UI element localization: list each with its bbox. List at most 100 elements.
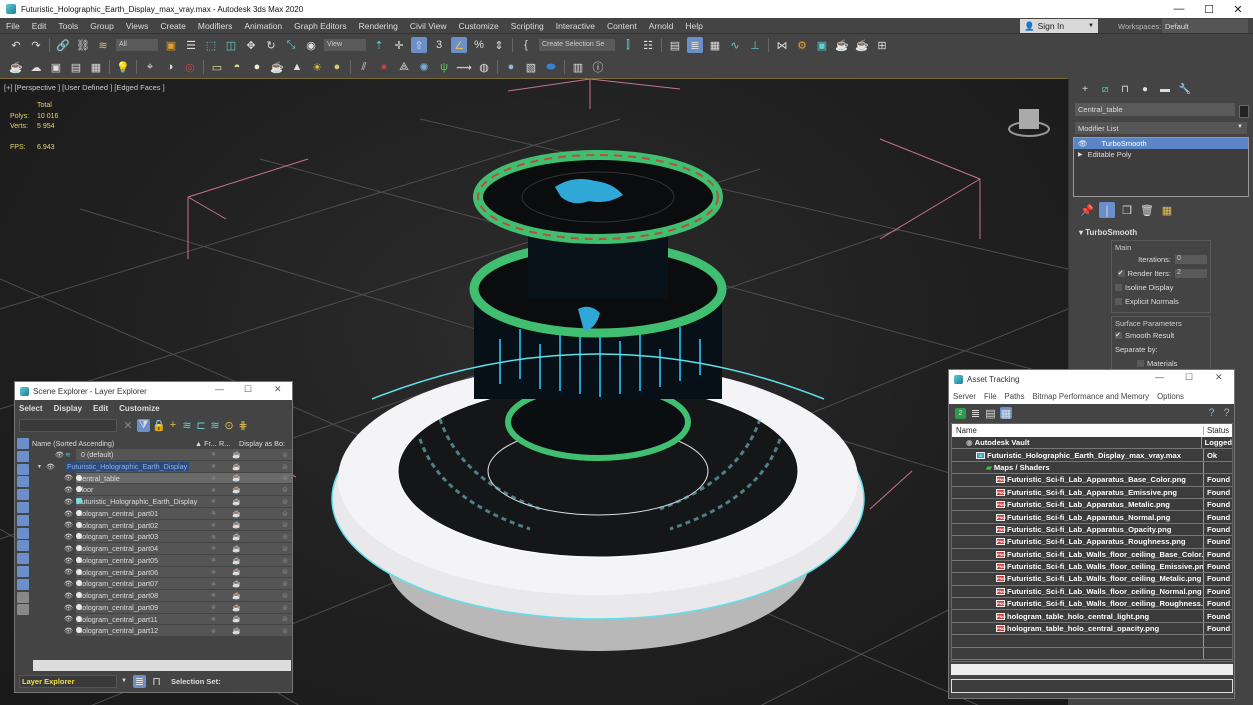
clear-search-icon[interactable]: ✕ xyxy=(123,417,133,433)
frozen-toggle-icon[interactable]: ❄ xyxy=(211,545,216,552)
viewport-layout-icon[interactable]: ⊞ xyxy=(874,37,890,53)
at-menu-file[interactable]: File xyxy=(984,392,997,401)
render-production-icon[interactable]: ☕ xyxy=(834,37,850,53)
vray-ambient-light-icon[interactable]: ● xyxy=(329,59,345,75)
object-name-field[interactable]: Central_table xyxy=(1075,103,1235,116)
renderable-toggle-icon[interactable]: ☕ xyxy=(232,510,241,518)
scene-row[interactable]: 👁 Hologram_central_part08 ❄ ☕ ⊜ xyxy=(32,590,292,602)
renderable-toggle-icon[interactable]: ☕ xyxy=(232,451,241,459)
display-as-box-icon[interactable]: ⊜ xyxy=(282,486,288,494)
refresh-icon[interactable]: 2 xyxy=(955,407,966,419)
visibility-eye-icon[interactable]: 👁 xyxy=(55,451,64,459)
object-color-swatch[interactable] xyxy=(1239,105,1249,118)
display-as-box-icon[interactable]: ⊜ xyxy=(282,451,288,459)
menu-file[interactable]: File xyxy=(0,21,26,31)
table-icon[interactable]: ▤ xyxy=(68,59,84,75)
minimize-button[interactable]: — xyxy=(215,384,224,394)
visibility-eye-icon[interactable]: 👁 xyxy=(64,474,73,482)
edit-named-selection-icon[interactable]: { xyxy=(518,37,534,53)
modifier-list-dropdown[interactable]: Modifier List ▼ xyxy=(1075,122,1247,134)
display-bones-icon[interactable] xyxy=(17,540,29,552)
rendered-frame-window-icon[interactable]: ▣ xyxy=(814,37,830,53)
vray-sun-icon[interactable]: ◑ xyxy=(162,59,178,75)
close-button[interactable]: ✕ xyxy=(1215,372,1223,383)
rotate-icon[interactable]: ↻ xyxy=(263,37,279,53)
display-as-box-icon[interactable]: ⊜ xyxy=(282,463,288,471)
menu-content[interactable]: Content xyxy=(601,21,643,31)
scene-explorer-titlebar[interactable]: Scene Explorer - Layer Explorer — ☐ ✕ xyxy=(15,382,292,400)
asset-row[interactable]: PNG Futuristic_Sci-fi_Lab_Apparatus_Norma… xyxy=(952,511,1232,524)
schematic-view-icon[interactable]: ⊥ xyxy=(747,37,763,53)
close-button[interactable]: ✕ xyxy=(1222,0,1253,18)
display-none-icon[interactable] xyxy=(17,604,29,616)
menu-arnold[interactable]: Arnold xyxy=(643,21,680,31)
menu-help[interactable]: Help xyxy=(679,21,708,31)
create-tab-icon[interactable]: + xyxy=(1077,81,1093,97)
display-as-box-icon[interactable]: ⊜ xyxy=(282,474,288,482)
visibility-eye-icon[interactable]: 👁 xyxy=(64,533,73,541)
frozen-toggle-icon[interactable]: ❄ xyxy=(211,534,216,541)
display-groups-icon[interactable] xyxy=(17,514,29,526)
asset-row[interactable]: 3 Futuristic_Holographic_Earth_Display_ma… xyxy=(952,449,1232,462)
vray-ies-light-icon[interactable]: ▲ xyxy=(289,59,305,75)
display-as-box-icon[interactable]: ⊜ xyxy=(282,604,288,612)
frozen-toggle-icon[interactable]: ❄ xyxy=(211,451,216,458)
render-iters-checkbox[interactable]: ✔ xyxy=(1117,269,1125,277)
renderable-toggle-icon[interactable]: ☕ xyxy=(232,568,241,576)
angle-snap-icon[interactable]: ∠ xyxy=(451,37,467,53)
col-frozen[interactable]: ▲ Fr... xyxy=(195,439,219,448)
vray-proxy-icon[interactable]: ● xyxy=(376,59,392,75)
renderable-toggle-icon[interactable]: ☕ xyxy=(232,486,241,494)
scene-row[interactable]: 👁 Floor ❄ ☕ ⊜ xyxy=(32,484,292,496)
scene-row[interactable]: 👁 Hologram_central_part02 ❄ ☕ ⊜ xyxy=(32,519,292,532)
scene-row[interactable]: 👁 Hologram_central_part01 ❄ ☕ ⊜ xyxy=(32,507,292,520)
undo-icon[interactable]: ↶ xyxy=(8,37,24,53)
isoline-checkbox[interactable] xyxy=(1115,283,1122,291)
visibility-eye-icon[interactable]: 👁 xyxy=(64,580,73,588)
menu-interactive[interactable]: Interactive xyxy=(550,21,601,31)
render-iters-spinner[interactable]: 2 xyxy=(1175,268,1207,278)
asset-row[interactable]: PNG Futuristic_Sci-fi_Lab_Apparatus_Opaci… xyxy=(952,523,1232,537)
create-layer-icon[interactable]: + xyxy=(168,417,178,433)
curve-editor-icon[interactable]: ∿ xyxy=(727,37,743,53)
expand-arrow-icon[interactable]: ▼ xyxy=(37,464,42,470)
spinner-snap-icon[interactable]: ⇕ xyxy=(491,37,507,53)
asset-row[interactable]: PNG Futuristic_Sci-fi_Lab_Walls_floor_cei… xyxy=(952,560,1232,574)
chevron-down-icon[interactable]: ▼ xyxy=(119,673,129,689)
rectangular-selection-icon[interactable]: ⬚ xyxy=(203,37,219,53)
visibility-eye-icon[interactable]: 👁 xyxy=(46,463,55,471)
vray-plane-icon[interactable]: ⟁ xyxy=(396,59,412,75)
col-render[interactable]: R... xyxy=(219,439,239,448)
visibility-eye-icon[interactable]: 👁 xyxy=(64,615,73,623)
table-view-icon[interactable]: ▦ xyxy=(1000,407,1012,420)
visibility-eye-icon[interactable]: 👁 xyxy=(64,604,73,612)
configure-sets-icon[interactable]: ▦ xyxy=(1159,202,1175,218)
frozen-toggle-icon[interactable]: ❄ xyxy=(211,498,216,505)
display-as-box-icon[interactable]: ⊜ xyxy=(282,580,288,588)
renderable-toggle-icon[interactable]: ☕ xyxy=(232,580,241,588)
toggle-ribbon-icon[interactable]: ▦ xyxy=(707,37,723,53)
col-name[interactable]: Name (Sorted Ascending) xyxy=(32,439,195,448)
ref-coord-dropdown[interactable]: View xyxy=(324,39,366,51)
frozen-toggle-icon[interactable]: ❄ xyxy=(211,581,216,588)
materials-checkbox[interactable] xyxy=(1137,359,1144,367)
menu-views[interactable]: Views xyxy=(120,21,155,31)
percent-snap-icon[interactable]: % xyxy=(471,37,487,53)
explicit-normals-checkbox[interactable] xyxy=(1115,297,1122,305)
scene-row[interactable]: 👁 ≋ 0 (default) ❄ ☕ ⊜ xyxy=(32,449,292,461)
asset-row[interactable]: PNG Futuristic_Sci-fi_Lab_Apparatus_Metal… xyxy=(952,498,1232,512)
at-menu-options[interactable]: Options xyxy=(1157,392,1184,401)
asset-row[interactable]: PNG hologram_table_holo_central_opacity.p… xyxy=(952,622,1232,636)
scene-search-input[interactable] xyxy=(19,418,117,432)
frozen-toggle-icon[interactable]: ❄ xyxy=(211,628,216,635)
scene-explorer-icon[interactable]: ▤ xyxy=(667,37,683,53)
display-xrefs-icon[interactable] xyxy=(17,527,29,539)
help-icon[interactable]: ⓘ xyxy=(590,59,606,75)
modify-tab-icon[interactable]: ⧄ xyxy=(1097,81,1113,97)
named-selection-dropdown[interactable]: Create Selection Se xyxy=(539,39,615,51)
add-to-layer-icon[interactable]: ≋ xyxy=(182,417,192,433)
vray-mtl-icon[interactable]: ▧ xyxy=(523,59,539,75)
display-as-box-icon[interactable]: ⊜ xyxy=(282,627,288,635)
vray-dome-light-icon[interactable]: ◓ xyxy=(229,59,245,75)
align-icon[interactable]: ☷ xyxy=(640,37,656,53)
